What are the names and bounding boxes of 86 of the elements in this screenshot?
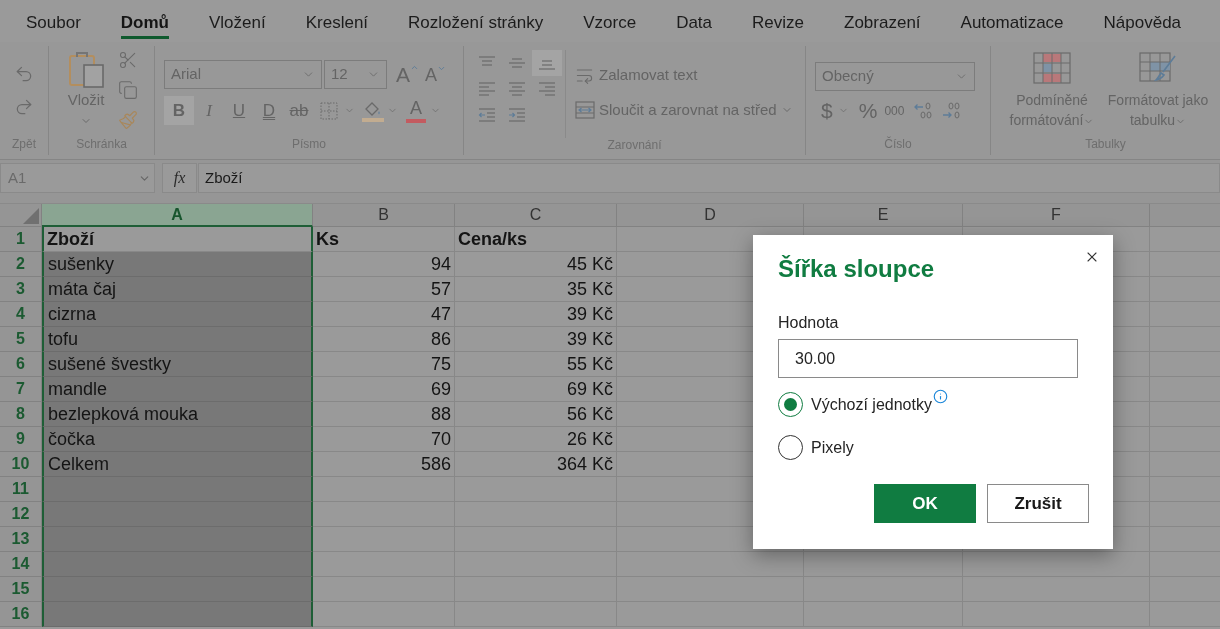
paste-icon (67, 50, 105, 88)
table-cell: čočka (42, 427, 313, 452)
decrease-indent-icon (478, 107, 496, 123)
table-cell: 69 Kč (455, 377, 617, 402)
menu-tab[interactable]: Soubor (26, 0, 81, 39)
align-middle-icon (508, 55, 526, 71)
table-cell: 75 (313, 352, 455, 377)
table-cell: 364 Kč (455, 452, 617, 477)
increase-indent-icon (508, 107, 526, 123)
table-cell: cizrna (42, 302, 313, 327)
table-cell: 26 Kč (455, 427, 617, 452)
align-left-icon (478, 81, 496, 97)
field-label: Hodnota (778, 313, 839, 333)
cancel-button[interactable]: Zrušit (987, 484, 1089, 523)
table-cell: sušené švestky (42, 352, 313, 377)
align-right-icon (538, 81, 556, 97)
formula-input[interactable]: Zboží (198, 163, 1220, 193)
align-center-icon (508, 81, 526, 97)
row-header[interactable]: 15 (0, 577, 42, 602)
table-cell: 69 (313, 377, 455, 402)
menu-tab[interactable]: Nápověda (1103, 0, 1182, 39)
table-cell: 94 (313, 252, 455, 277)
table-cell: 56 Kč (455, 402, 617, 427)
column-header[interactable]: C (455, 204, 617, 227)
row-header[interactable]: 1 (0, 227, 42, 252)
merge-cells-icon (575, 101, 595, 119)
table-cell: tofu (42, 327, 313, 352)
menu-tab[interactable]: Revize (752, 0, 804, 39)
column-header[interactable] (1150, 204, 1220, 227)
row-header[interactable]: 16 (0, 602, 42, 627)
table-cell: 39 Kč (455, 327, 617, 352)
table-cell: máta čaj (42, 277, 313, 302)
row-header[interactable]: 9 (0, 427, 42, 452)
table-cell: 57 (313, 277, 455, 302)
menu-tab[interactable]: Kreslení (305, 0, 369, 39)
width-input[interactable]: 30.00 (778, 339, 1078, 378)
column-header[interactable]: B (313, 204, 455, 227)
table-cell: 39 Kč (455, 302, 617, 327)
table-cell: 88 (313, 402, 455, 427)
row-header[interactable]: 2 (0, 252, 42, 277)
menu-tab[interactable]: Rozložení stránky (408, 0, 544, 39)
table-cell: 55 Kč (455, 352, 617, 377)
table-cell: 45 Kč (455, 252, 617, 277)
column-header[interactable]: A (42, 204, 313, 227)
row-header[interactable]: 14 (0, 552, 42, 577)
table-cell: Celkem (42, 452, 313, 477)
row-header[interactable]: 6 (0, 352, 42, 377)
table-cell: bezlepková mouka (42, 402, 313, 427)
menu-tab[interactable]: Automatizace (960, 0, 1064, 39)
table-cell: sušenky (42, 252, 313, 277)
column-header[interactable]: F (963, 204, 1150, 227)
menu-tab[interactable]: Zobrazení (844, 0, 921, 39)
column-header[interactable]: D (617, 204, 804, 227)
radio-label: Pixely (811, 437, 854, 458)
table-cell: 86 (313, 327, 455, 352)
menu-tab[interactable]: Data (676, 0, 713, 39)
menu-tab[interactable]: Vzorce (583, 0, 637, 39)
row-header[interactable]: 8 (0, 402, 42, 427)
table-cell: Zboží (42, 227, 313, 252)
row-header[interactable]: 7 (0, 377, 42, 402)
table-cell: Cena/ks (455, 227, 617, 252)
row-header[interactable]: 10 (0, 452, 42, 477)
table-cell: mandle (42, 377, 313, 402)
row-header[interactable]: 11 (0, 477, 42, 502)
column-header[interactable]: E (804, 204, 963, 227)
table-cell: Ks (313, 227, 455, 252)
info-icon[interactable] (932, 389, 948, 404)
menu-tab[interactable]: Domů (120, 0, 169, 39)
row-header[interactable]: 3 (0, 277, 42, 302)
row-header[interactable]: 12 (0, 502, 42, 527)
table-cell: 47 (313, 302, 455, 327)
conditional-formatting-icon (1033, 52, 1071, 84)
row-header[interactable]: 13 (0, 527, 42, 552)
color-swatch-icon (406, 118, 426, 123)
row-header[interactable]: 4 (0, 302, 42, 327)
menu-tab[interactable]: Vložení (209, 0, 266, 39)
dialog-title: Šířka sloupce (778, 255, 935, 283)
select-all-icon[interactable] (23, 208, 39, 224)
ok-button[interactable]: OK (874, 484, 976, 523)
table-cell: 70 (313, 427, 455, 452)
row-header[interactable]: 5 (0, 327, 42, 352)
insert-function-button[interactable]: fx (162, 163, 197, 193)
table-cell: 586 (313, 452, 455, 477)
radio-label: Výchozí jednotky (811, 394, 932, 415)
table-brush-icon (1139, 52, 1177, 84)
table-cell: 35 Kč (455, 277, 617, 302)
